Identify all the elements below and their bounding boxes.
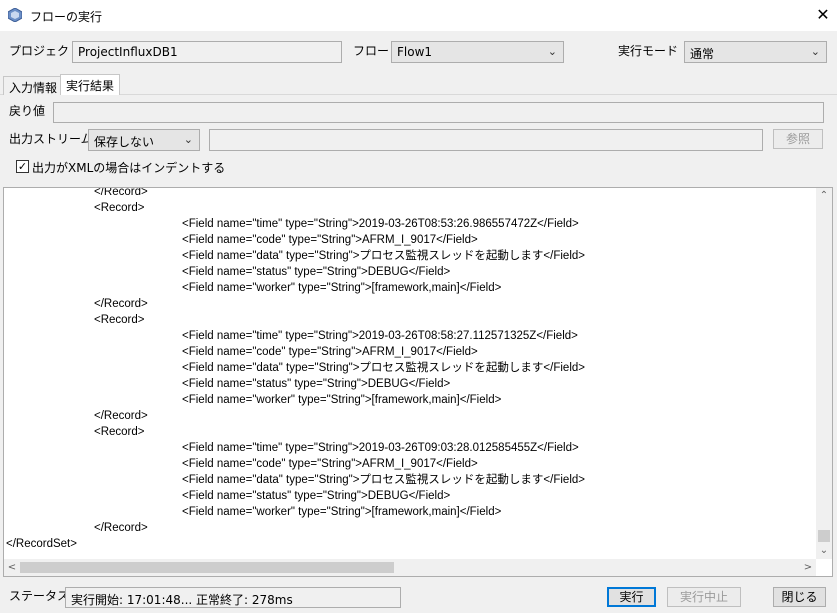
xml-line: <Field name="time" type="String">2019-03… bbox=[182, 442, 579, 454]
xml-line: <Field name="worker" type="String">[fram… bbox=[182, 394, 502, 406]
return-value-field[interactable] bbox=[53, 102, 824, 123]
xml-line: <Field name="status" type="String">DEBUG… bbox=[182, 266, 451, 278]
mode-label: 実行モード bbox=[618, 44, 679, 58]
title-bar bbox=[0, 0, 837, 31]
chevron-down-icon: ⌄ bbox=[810, 45, 820, 58]
chevron-down-icon: ⌄ bbox=[183, 133, 193, 146]
xml-line: <Field name="worker" type="String">[fram… bbox=[182, 282, 502, 294]
browse-button[interactable]: 参照 bbox=[773, 129, 823, 149]
tab-results[interactable]: 実行結果 bbox=[60, 74, 121, 95]
flow-label: フロー bbox=[353, 44, 390, 58]
project-field[interactable]: ProjectInfluxDB1 bbox=[72, 41, 342, 63]
horizontal-scroll-thumb[interactable] bbox=[20, 562, 394, 573]
xml-line: </Record> bbox=[94, 187, 148, 198]
xml-line: </Record> bbox=[94, 522, 148, 534]
output-stream-label: 出力ストリーム bbox=[9, 132, 93, 146]
project-label: プロジェクト bbox=[9, 44, 82, 58]
xml-line: <Field name="status" type="String">DEBUG… bbox=[182, 378, 451, 390]
xml-line: </Record> bbox=[94, 298, 148, 310]
close-button[interactable]: 閉じる bbox=[773, 587, 826, 607]
xml-line: <Record> bbox=[94, 202, 145, 214]
xml-line: <Field name="time" type="String">2019-03… bbox=[182, 330, 578, 342]
xml-line: <Record> bbox=[94, 426, 145, 438]
xml-line: </RecordSet> bbox=[6, 538, 77, 550]
scroll-right-icon[interactable]: > bbox=[800, 560, 816, 576]
mode-select[interactable]: 通常 ⌄ bbox=[684, 41, 827, 63]
flow-select[interactable]: Flow1 ⌄ bbox=[391, 41, 564, 63]
xml-line: <Field name="status" type="String">DEBUG… bbox=[182, 490, 451, 502]
xml-line: <Field name="worker" type="String">[fram… bbox=[182, 506, 502, 518]
stop-button[interactable]: 実行中止 bbox=[667, 587, 741, 607]
mode-select-value: 通常 bbox=[690, 47, 715, 61]
indent-checkbox-label: 出力がXMLの場合はインデントする bbox=[32, 161, 226, 175]
xml-line: <Record> bbox=[94, 314, 145, 326]
xml-line: <Field name="data" type="String">プロセス監視ス… bbox=[182, 362, 585, 374]
xml-line: <Field name="data" type="String">プロセス監視ス… bbox=[182, 474, 585, 486]
scroll-up-icon[interactable]: ⌃ bbox=[816, 188, 832, 204]
scroll-down-icon[interactable]: ⌄ bbox=[816, 543, 832, 559]
app-icon bbox=[8, 8, 22, 22]
status-field: 実行開始: 17:01:48... 正常終了: 278ms bbox=[65, 587, 401, 608]
run-button[interactable]: 実行 bbox=[607, 587, 656, 607]
xml-line: <Field name="code" type="String">AFRM_I_… bbox=[182, 346, 478, 358]
scroll-left-icon[interactable]: < bbox=[4, 560, 20, 576]
tab-input-info[interactable]: 入力情報 bbox=[3, 76, 64, 95]
close-icon[interactable]: ✕ bbox=[812, 4, 834, 26]
xml-line: </Record> bbox=[94, 410, 148, 422]
xml-output-area[interactable]: </Record> <Record> <Field name="time" type… bbox=[3, 187, 833, 577]
window-title: フローの実行 bbox=[30, 10, 103, 24]
tab-divider bbox=[0, 94, 837, 95]
chevron-down-icon: ⌄ bbox=[547, 45, 557, 58]
vertical-scrollbar[interactable] bbox=[816, 188, 832, 559]
xml-line: <Field name="code" type="String">AFRM_I_… bbox=[182, 234, 478, 246]
output-stream-select-value: 保存しない bbox=[94, 135, 155, 149]
status-label: ステータス bbox=[9, 589, 70, 603]
flow-select-value: Flow1 bbox=[397, 45, 433, 59]
vertical-scroll-thumb[interactable] bbox=[818, 530, 830, 542]
xml-line: <Field name="data" type="String">プロセス監視ス… bbox=[182, 250, 585, 262]
xml-line: <Field name="code" type="String">AFRM_I_… bbox=[182, 458, 478, 470]
xml-line: <Field name="time" type="String">2019-03… bbox=[182, 218, 579, 230]
indent-checkbox[interactable]: ✓ bbox=[16, 160, 29, 173]
return-value-label: 戻り値 bbox=[9, 104, 46, 118]
output-stream-select[interactable]: 保存しない ⌄ bbox=[88, 129, 200, 151]
output-path-field[interactable] bbox=[209, 129, 763, 151]
